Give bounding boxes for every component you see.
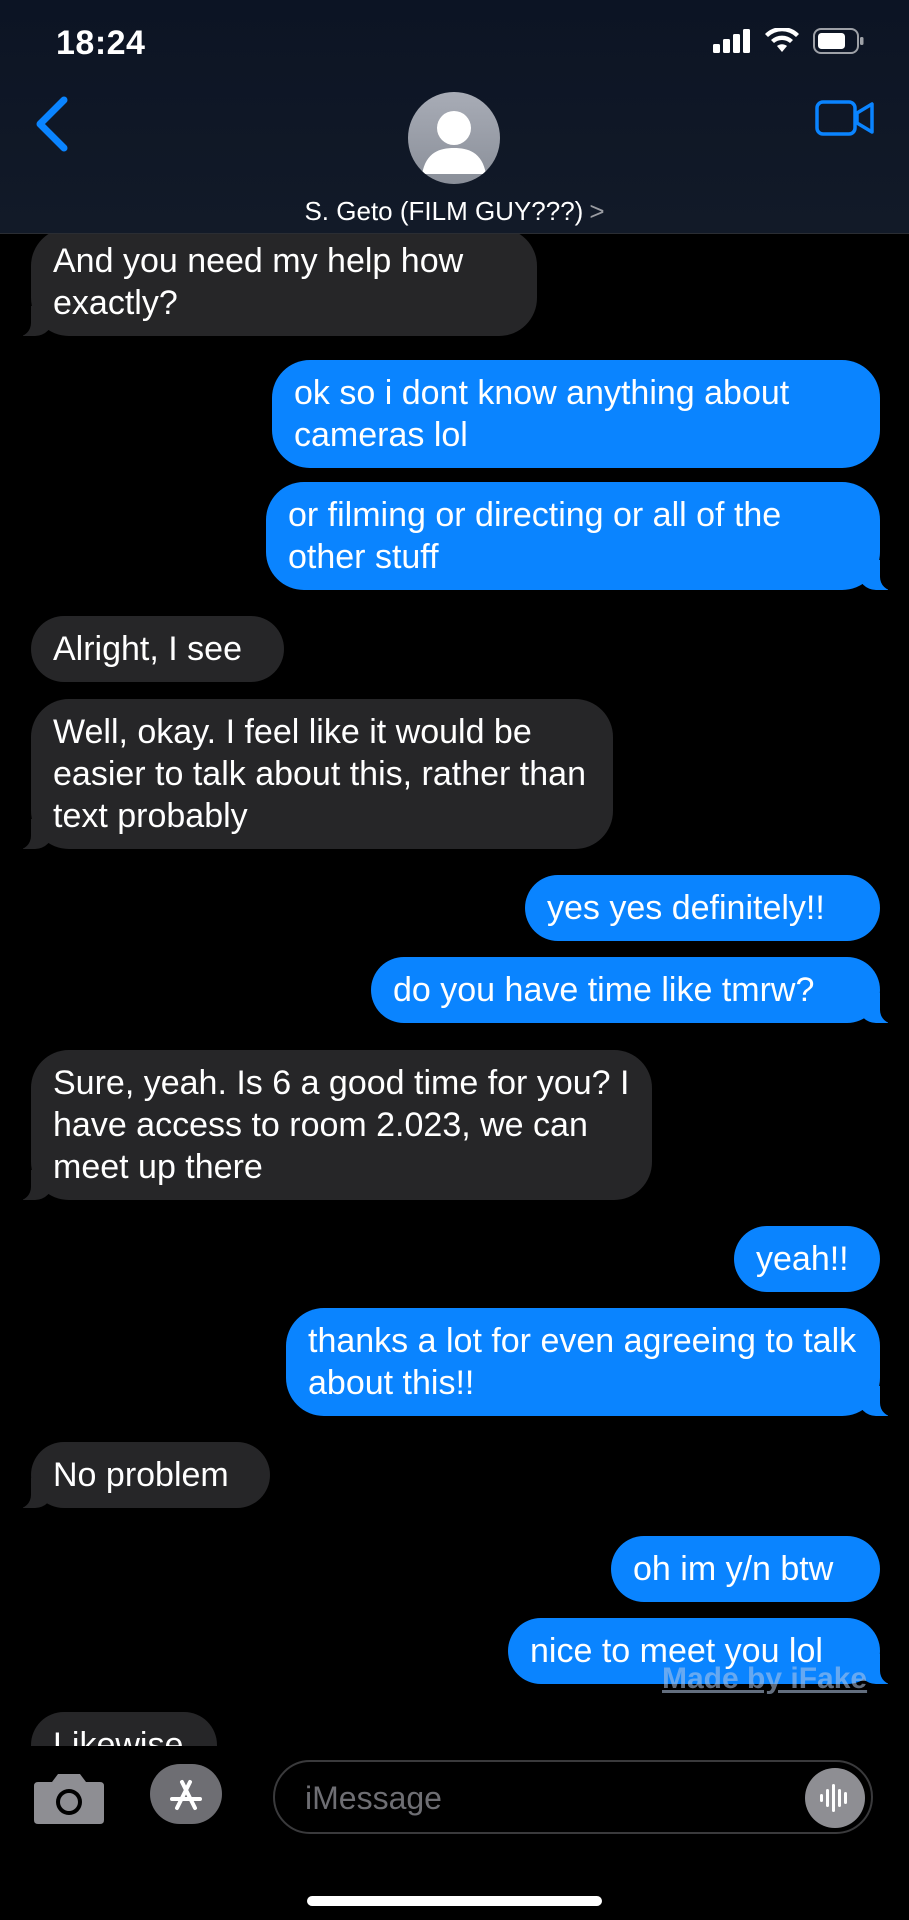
status-icons bbox=[713, 28, 865, 54]
imessage-input[interactable] bbox=[303, 1762, 767, 1834]
message-outgoing[interactable]: yeah!! bbox=[734, 1226, 880, 1292]
contact-name-button[interactable]: S. Geto (FILM GUY???) > bbox=[0, 196, 909, 227]
chevron-right-icon: > bbox=[589, 196, 605, 226]
message-incoming[interactable]: No problem bbox=[9, 1442, 270, 1509]
message-outgoing[interactable]: thanks a lot for even agreeing to talk a… bbox=[286, 1308, 902, 1417]
contact-name: S. Geto (FILM GUY???) bbox=[304, 196, 584, 226]
message-incoming[interactable]: Well, okay. I feel like it would be easi… bbox=[9, 699, 613, 850]
message-incoming[interactable]: Likewise bbox=[31, 1712, 217, 1746]
message-incoming[interactable]: And you need my help how exactly? bbox=[9, 234, 537, 337]
app-store-button[interactable] bbox=[150, 1764, 222, 1824]
message-field[interactable] bbox=[273, 1760, 873, 1834]
watermark-text: Made by iFake bbox=[662, 1662, 868, 1695]
contact-avatar[interactable] bbox=[408, 92, 500, 184]
home-indicator[interactable] bbox=[307, 1896, 602, 1906]
camera-icon[interactable] bbox=[32, 1768, 106, 1826]
message-outgoing[interactable]: oh im y/n btw bbox=[611, 1536, 880, 1602]
message-incoming[interactable]: Alright, I see bbox=[31, 616, 284, 682]
person-icon bbox=[422, 111, 486, 174]
message-outgoing[interactable]: or filming or directing or all of the ot… bbox=[266, 482, 902, 591]
compose-bar bbox=[0, 1746, 909, 1920]
app-store-icon bbox=[170, 1780, 202, 1810]
message-incoming[interactable]: Sure, yeah. Is 6 a good time for you? I … bbox=[9, 1050, 652, 1201]
message-outgoing[interactable]: yes yes definitely!! bbox=[525, 875, 880, 941]
signal-icon bbox=[713, 29, 750, 53]
message-outgoing[interactable]: ok so i dont know anything about cameras… bbox=[272, 360, 880, 468]
back-icon[interactable] bbox=[28, 94, 78, 154]
status-time: 18:24 bbox=[56, 24, 146, 62]
audio-waveform-icon bbox=[820, 1784, 847, 1812]
battery-icon bbox=[813, 28, 864, 54]
audio-button[interactable] bbox=[805, 1768, 865, 1828]
wifi-icon bbox=[765, 28, 799, 52]
conversation-header: 18:24 S. Geto (FILM GUY???) > bbox=[0, 0, 909, 234]
message-thread[interactable]: And you need my help how exactly? ok so … bbox=[0, 234, 909, 1746]
message-outgoing[interactable]: do you have time like tmrw? bbox=[371, 957, 902, 1024]
video-call-icon[interactable] bbox=[815, 98, 875, 138]
